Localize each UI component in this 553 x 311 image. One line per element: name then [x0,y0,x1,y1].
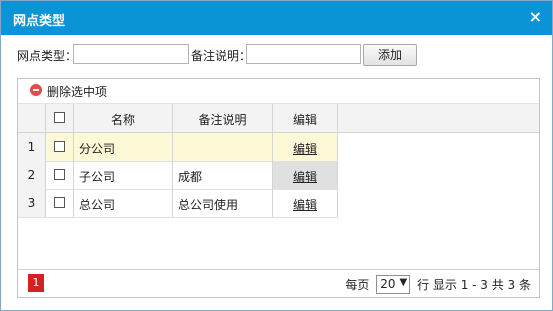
header-remark[interactable]: 备注说明 [173,104,273,132]
row-remark-cell [173,133,273,161]
pager-summary: 行 显示 1 - 3 共 3 条 [417,278,531,292]
row-edit-cell: 编辑 [273,161,338,189]
row-number: 2 [18,161,46,189]
row-checkbox-cell [46,189,74,217]
row-remark-cell: 总公司使用 [173,189,273,217]
row-edit-link[interactable]: 编辑 [293,140,317,157]
row-checkbox[interactable] [54,141,65,152]
row-checkbox[interactable] [54,169,65,180]
table-row[interactable]: 2 子公司 成都 编辑 [18,161,338,190]
row-remark: 成都 [178,170,203,184]
header-edit: 编辑 [273,104,338,132]
per-page-label: 每页 [345,278,370,292]
row-checkbox-cell [46,133,74,161]
row-checkbox-cell [46,161,74,189]
row-edit-cell: 编辑 [273,133,338,161]
header-checkbox-cell [46,104,74,132]
add-form: 网点类型： 备注说明： 添加 [17,44,537,66]
row-checkbox[interactable] [54,197,65,208]
row-name-cell: 总公司 [74,189,173,217]
dialog-window: 网点类型 × 网点类型： 备注说明： 添加 删除选中项 名称 备注说明 编辑 1… [0,0,553,311]
row-name-cell: 子公司 [74,161,173,189]
type-grid: 删除选中项 名称 备注说明 编辑 1 分公司 编辑 2 子公司 成都 编辑 3 … [17,78,540,298]
grid-toolbar: 删除选中项 [18,79,539,104]
header-name[interactable]: 名称 [74,104,173,132]
grid-pager: 1 每页 20 ▼ 行 显示 1 - 3 共 3 条 [18,269,539,297]
dialog-titlebar: 网点类型 × [1,1,552,35]
row-edit-link[interactable]: 编辑 [293,196,317,213]
remark-label: 备注说明： [191,49,252,63]
row-edit-cell: 编辑 [273,189,338,217]
grid-header: 名称 备注说明 编辑 [18,104,539,133]
header-rownum [18,104,46,132]
header-edit-label: 编辑 [292,113,317,127]
row-number: 3 [18,189,46,217]
row-edit-link[interactable]: 编辑 [293,168,317,185]
remark-input[interactable] [246,44,361,64]
type-name-input[interactable] [73,44,189,64]
delete-icon [30,84,42,96]
row-name: 总公司 [79,198,116,212]
row-remark-cell: 成都 [173,161,273,189]
row-name: 分公司 [79,142,116,156]
row-name: 子公司 [79,170,116,184]
page-size-value: 20 [380,277,396,291]
pager-info: 每页 20 ▼ 行 显示 1 - 3 共 3 条 [345,275,531,294]
add-button[interactable]: 添加 [363,44,417,66]
header-name-label: 名称 [110,113,135,127]
row-number: 1 [18,133,46,161]
type-name-label: 网点类型： [17,49,78,63]
row-name-cell: 分公司 [74,133,173,161]
page-number-button[interactable]: 1 [28,274,44,292]
dialog-title: 网点类型 [13,14,66,29]
table-row[interactable]: 1 分公司 编辑 [18,133,338,162]
close-icon[interactable]: × [529,7,542,27]
page-size-select[interactable]: 20 ▼ [376,275,411,294]
row-remark: 总公司使用 [178,198,239,212]
table-row[interactable]: 3 总公司 总公司使用 编辑 [18,189,338,218]
header-remark-label: 备注说明 [198,113,247,127]
delete-selected-label: 删除选中项 [47,85,108,99]
chevron-down-icon: ▼ [399,277,408,288]
select-all-checkbox[interactable] [54,112,65,123]
